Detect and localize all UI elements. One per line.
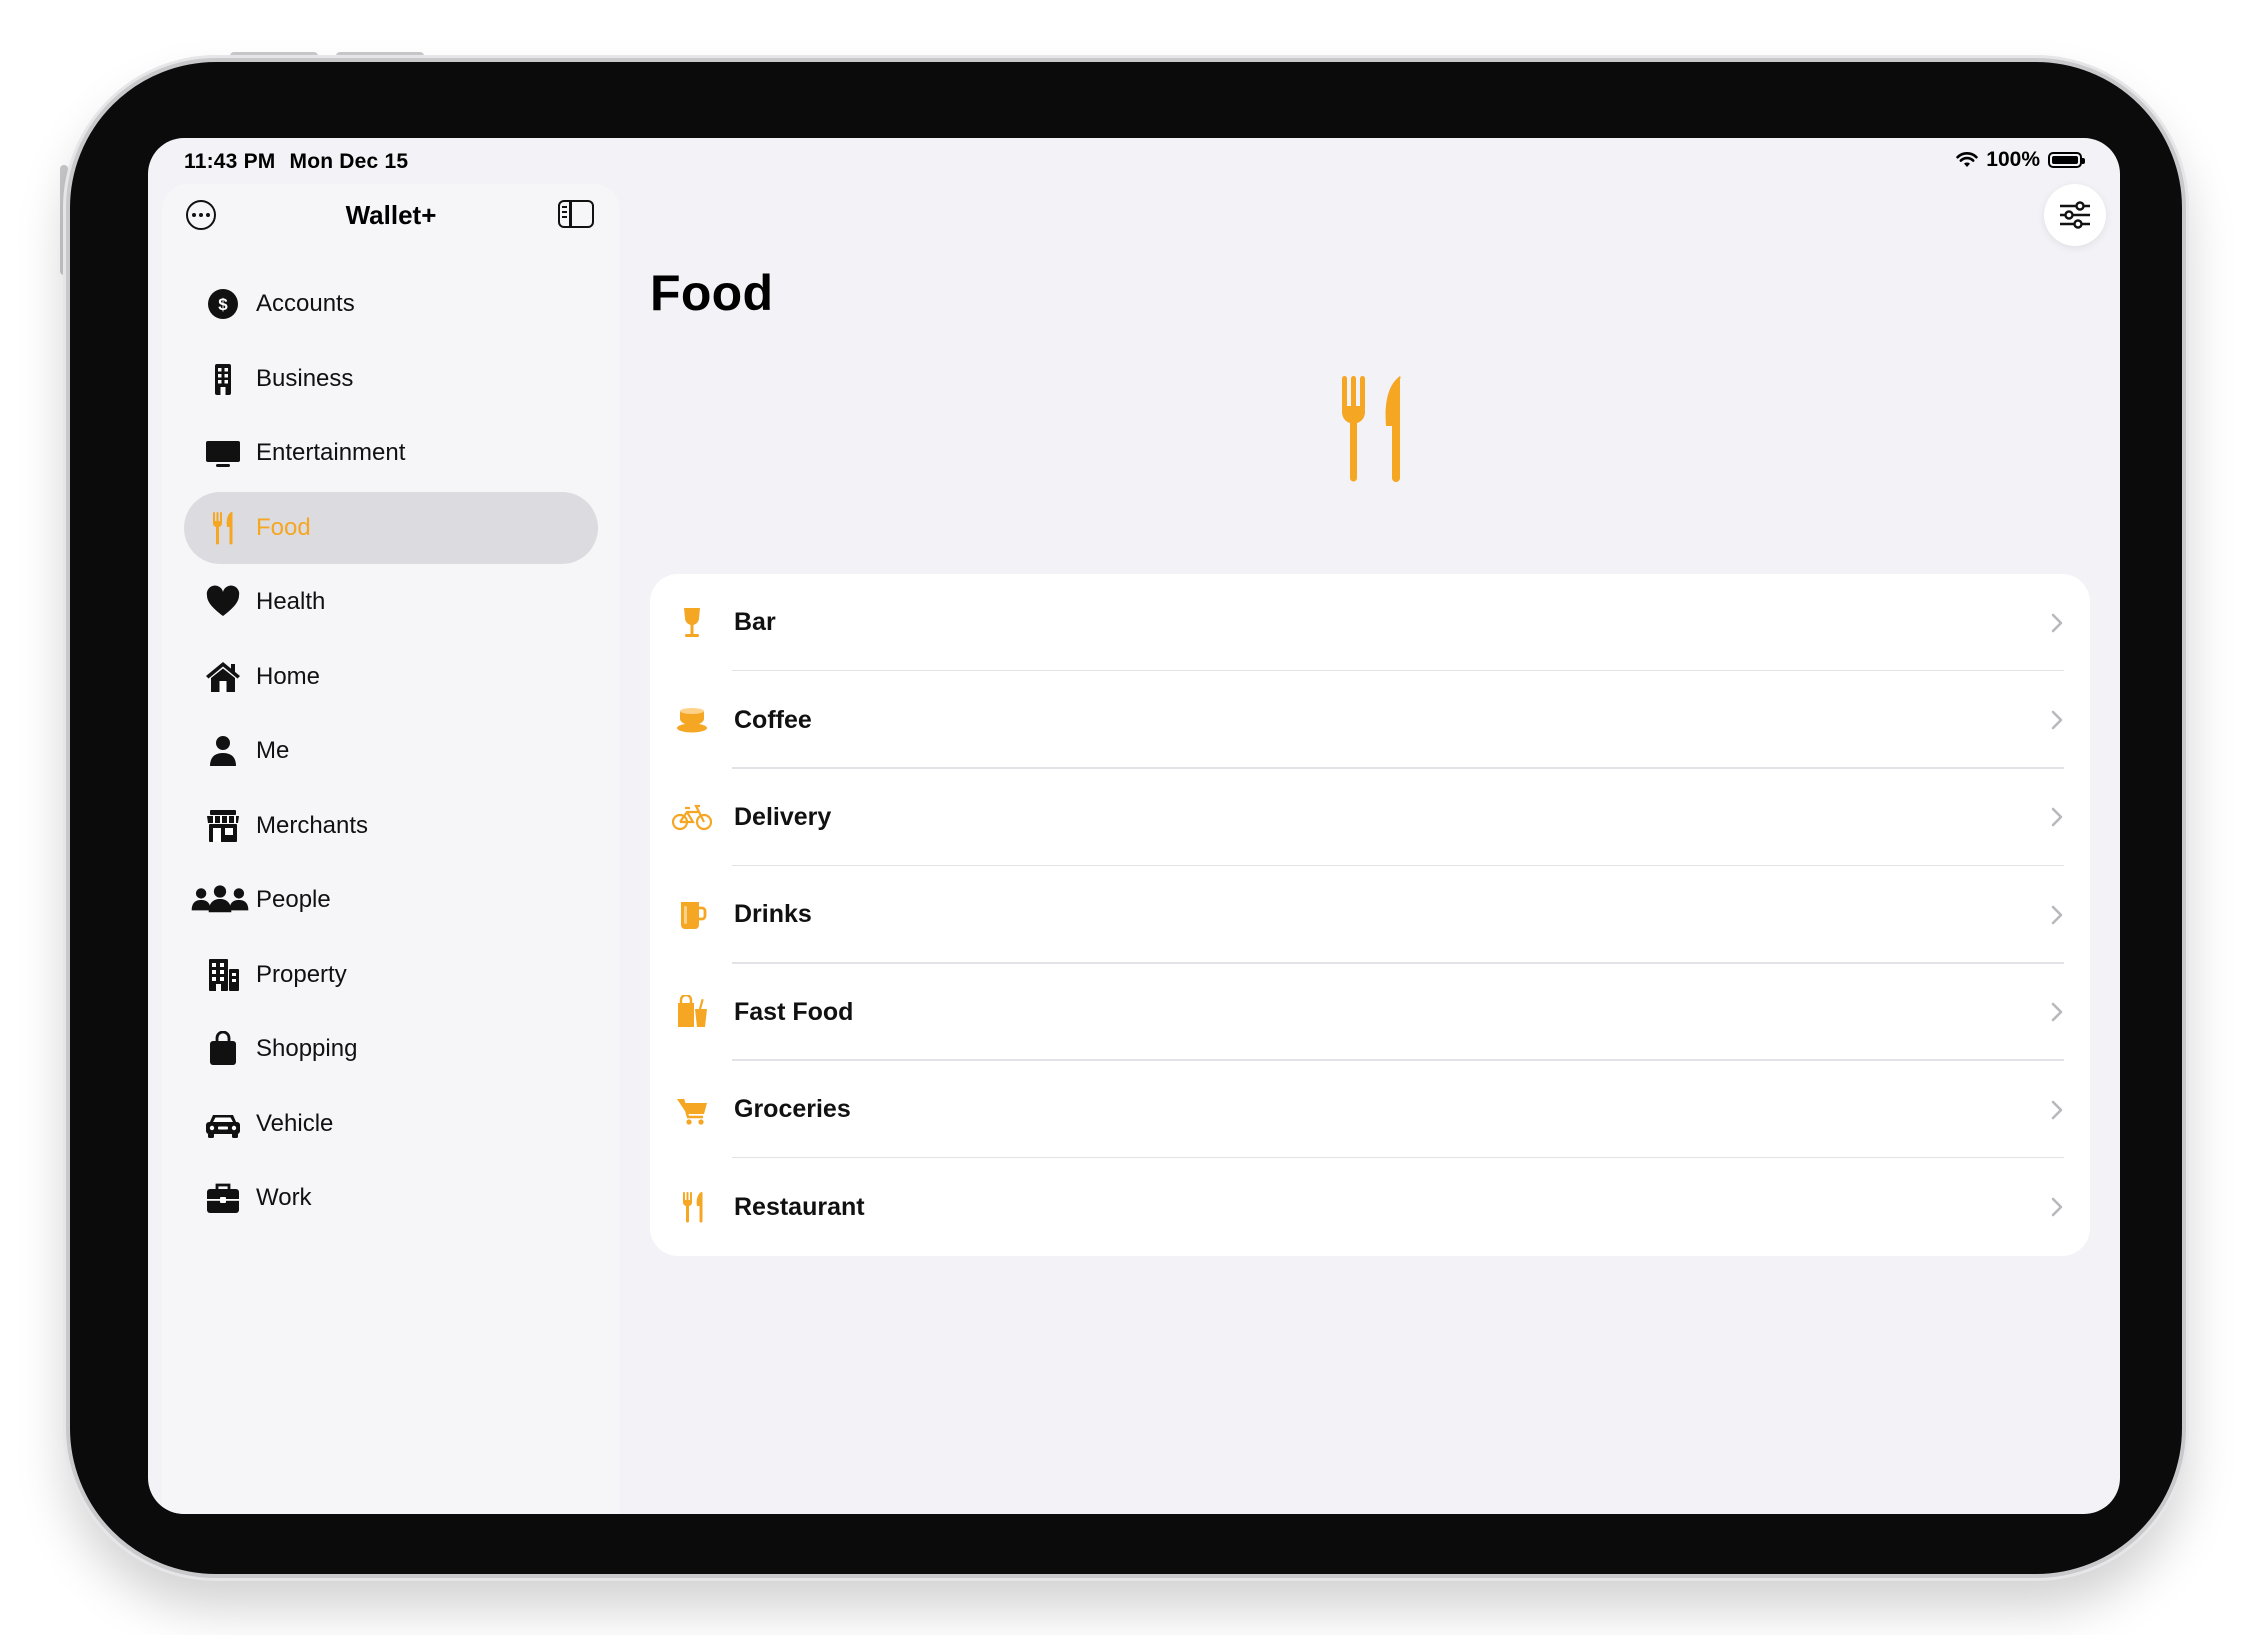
- sidebar-item-health[interactable]: Health: [184, 566, 598, 638]
- chevron-right-icon: [2051, 808, 2063, 827]
- sidebar-item-business[interactable]: Business: [184, 343, 598, 415]
- sidebar-list: $ Accounts Business Entertainment Food H…: [184, 268, 598, 1237]
- sidebar-item-label: Business: [256, 364, 354, 392]
- person-icon: [184, 733, 262, 769]
- battery-percent: 100%: [1986, 148, 2040, 171]
- list-item-label: Coffee: [734, 705, 812, 734]
- sidebar-item-entertainment[interactable]: Entertainment: [184, 417, 598, 489]
- sidebar-item-label: Accounts: [256, 290, 355, 317]
- sidebar-item-label: People: [256, 886, 331, 913]
- subcategory-list: Bar Coffee Delivery Drinks Fast Food Gro…: [650, 574, 2090, 1256]
- sidebar-item-me[interactable]: Me: [184, 715, 598, 787]
- sidebar-item-label: Work: [256, 1184, 312, 1211]
- mug-icon: [650, 898, 734, 932]
- page-title: Food: [650, 265, 774, 321]
- house-icon: [184, 659, 262, 695]
- list-item-groceries[interactable]: Groceries: [650, 1061, 2090, 1159]
- chevron-right-icon: [2051, 710, 2063, 730]
- building-icon: [184, 361, 262, 397]
- sidebar: Wallet+ $ Accounts Business Entertainmen…: [162, 184, 620, 1514]
- sidebar-item-label: Me: [256, 737, 290, 764]
- sidebar-toggle-icon[interactable]: [558, 200, 594, 228]
- list-item-fast-food[interactable]: Fast Food: [650, 964, 2090, 1061]
- fork-knife-icon: [650, 1190, 734, 1224]
- bicycle-icon: [650, 800, 734, 834]
- list-item-label: Groceries: [734, 1095, 851, 1124]
- list-item-restaurant[interactable]: Restaurant: [650, 1158, 2090, 1255]
- chevron-right-icon: [2051, 613, 2063, 632]
- sidebar-item-label: Merchants: [256, 811, 369, 839]
- sidebar-item-label: Shopping: [256, 1035, 358, 1062]
- sidebar-item-label: Vehicle: [256, 1109, 334, 1137]
- sidebar-item-label: Property: [256, 960, 347, 988]
- bag-icon: [184, 1031, 262, 1067]
- sidebar-item-vehicle[interactable]: Vehicle: [184, 1088, 598, 1160]
- list-item-label: Delivery: [734, 802, 832, 831]
- list-item-label: Fast Food: [734, 997, 854, 1026]
- storefront-icon: [184, 808, 262, 844]
- sidebar-item-label: Entertainment: [256, 439, 406, 466]
- tv-icon: [184, 435, 262, 471]
- sidebar-item-people[interactable]: People: [184, 864, 598, 936]
- coffee-cup-icon: [650, 703, 734, 737]
- screen: 11:43 PM Mon Dec 15 100% Wallet+ $ Accoun…: [148, 138, 2120, 1514]
- heart-icon: [184, 584, 262, 620]
- sidebar-item-merchants[interactable]: Merchants: [184, 790, 598, 862]
- building-columns-icon: [184, 957, 262, 993]
- sidebar-item-food[interactable]: Food: [184, 491, 598, 564]
- sidebar-item-shopping[interactable]: Shopping: [184, 1013, 598, 1085]
- sliders-icon: [2060, 201, 2090, 229]
- list-item-label: Restaurant: [734, 1192, 865, 1221]
- sidebar-item-label: Food: [256, 513, 311, 541]
- sidebar-item-accounts[interactable]: $ Accounts: [184, 268, 598, 340]
- svg-text:$: $: [218, 295, 228, 314]
- list-item-coffee[interactable]: Coffee: [650, 671, 2090, 769]
- chevron-right-icon: [2051, 1002, 2063, 1022]
- battery-icon: [2048, 152, 2085, 168]
- status-time: 11:43 PM: [184, 150, 276, 173]
- sidebar-header: Wallet+: [162, 184, 620, 248]
- people-group-icon: [184, 883, 262, 917]
- fork-knife-icon: [184, 510, 262, 546]
- chevron-right-icon: [2051, 1197, 2063, 1217]
- sidebar-item-label: Home: [256, 662, 321, 690]
- sidebar-item-property[interactable]: Property: [184, 939, 598, 1011]
- wineglass-icon: [650, 606, 734, 640]
- sidebar-item-work[interactable]: Work: [184, 1162, 598, 1234]
- list-item-bar[interactable]: Bar: [650, 574, 2090, 672]
- status-bar-right: 100%: [1956, 148, 2085, 172]
- takeout-bag-icon: [650, 995, 734, 1029]
- dollar-circle-icon: $: [184, 286, 262, 322]
- wifi-icon: [1956, 152, 1978, 167]
- list-item-label: Drinks: [734, 900, 812, 929]
- sidebar-item-label: Health: [256, 588, 326, 615]
- chevron-right-icon: [2051, 1100, 2063, 1119]
- main-content: Food Bar Coffee Delivery Drinks Fast Foo…: [620, 184, 2120, 1514]
- sidebar-item-home[interactable]: Home: [184, 641, 598, 713]
- briefcase-icon: [184, 1180, 262, 1216]
- fork-knife-icon: [1342, 376, 1401, 482]
- list-item-drinks[interactable]: Drinks: [650, 866, 2090, 964]
- cart-icon: [650, 1093, 734, 1127]
- list-item-label: Bar: [734, 608, 776, 637]
- status-date: Mon Dec 15: [289, 150, 409, 173]
- car-icon: [184, 1106, 262, 1142]
- chevron-right-icon: [2051, 905, 2063, 925]
- app-title: Wallet+: [345, 200, 437, 230]
- status-bar-left: 11:43 PM Mon Dec 15: [184, 150, 422, 174]
- list-item-delivery[interactable]: Delivery: [650, 769, 2090, 867]
- filter-button[interactable]: [2044, 184, 2106, 246]
